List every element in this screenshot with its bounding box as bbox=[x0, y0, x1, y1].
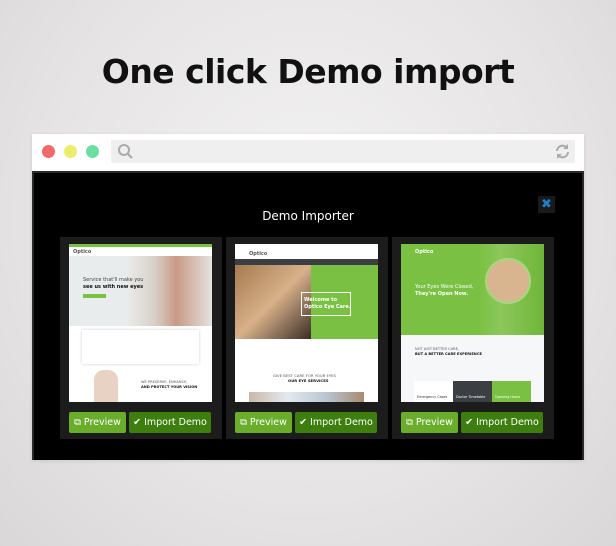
thumb-hero-line2: Optico Eye Care. bbox=[304, 304, 351, 310]
thumb-section-line1: NOT JUST BETTER CARE, bbox=[415, 347, 460, 351]
check-icon: ✔ bbox=[299, 417, 308, 428]
demo-thumbnail[interactable]: Optico Welcome to Optico Eye Care. GIVE … bbox=[235, 244, 378, 402]
thumb-logo: Optico bbox=[73, 249, 92, 255]
thumb-hero-line2: They're Open Now. bbox=[415, 291, 469, 297]
import-demo-button[interactable]: ✔ Import Demo bbox=[129, 412, 211, 433]
page-headline: One click Demo import bbox=[101, 52, 515, 91]
close-icon[interactable]: ✖ bbox=[538, 196, 555, 213]
thumb-hero-line1: Your Eyes Were Closed, bbox=[415, 284, 474, 290]
thumb-section-line1: WE PRESERVE, ENHANCE, bbox=[141, 380, 188, 384]
external-link-icon: ⧉ bbox=[74, 417, 81, 428]
external-link-icon: ⧉ bbox=[240, 417, 247, 428]
close-window-dot[interactable] bbox=[42, 145, 55, 158]
demo-card: Optico Service that'll make you see us w… bbox=[60, 237, 222, 439]
thumb-box-label: Emergency Cases bbox=[417, 395, 448, 399]
preview-button[interactable]: ⧉ Preview bbox=[401, 412, 458, 433]
import-label: Import Demo bbox=[310, 417, 373, 428]
preview-button[interactable]: ⧉ Preview bbox=[235, 412, 292, 433]
minimize-window-dot[interactable] bbox=[64, 145, 77, 158]
import-label: Import Demo bbox=[144, 417, 207, 428]
demo-thumbnail[interactable]: Optico Your Eyes Were Closed, They're Op… bbox=[401, 244, 544, 402]
maximize-window-dot[interactable] bbox=[86, 145, 99, 158]
import-label: Import Demo bbox=[476, 417, 539, 428]
thumb-hero-line2: see us with new eyes bbox=[83, 284, 144, 290]
preview-label: Preview bbox=[83, 417, 121, 428]
address-bar[interactable] bbox=[111, 140, 575, 163]
import-demo-button[interactable]: ✔ Import Demo bbox=[461, 412, 543, 433]
check-icon: ✔ bbox=[133, 417, 142, 428]
demo-importer-modal: Demo Importer ✖ Optico Service that'll m… bbox=[32, 171, 584, 460]
thumb-logo: Optico bbox=[249, 251, 268, 257]
external-link-icon: ⧉ bbox=[406, 417, 413, 428]
import-demo-button[interactable]: ✔ Import Demo bbox=[295, 412, 377, 433]
check-icon: ✔ bbox=[465, 417, 474, 428]
thumb-logo: Optico bbox=[415, 249, 434, 255]
thumb-section-line2: OUR EYE SERVICES bbox=[288, 378, 329, 383]
preview-label: Preview bbox=[249, 417, 287, 428]
demo-thumbnail[interactable]: Optico Service that'll make you see us w… bbox=[69, 244, 212, 402]
modal-title: Demo Importer bbox=[262, 209, 354, 223]
search-icon bbox=[118, 144, 133, 159]
thumb-hero-line1: Welcome to bbox=[304, 297, 338, 303]
demo-card: Optico Welcome to Optico Eye Care. GIVE … bbox=[226, 237, 388, 439]
thumb-hero-line1: Service that'll make you bbox=[83, 277, 144, 283]
browser-window: Demo Importer ✖ Optico Service that'll m… bbox=[32, 134, 584, 460]
demo-card: Optico Your Eyes Were Closed, They're Op… bbox=[392, 237, 554, 439]
preview-label: Preview bbox=[415, 417, 453, 428]
thumb-box-label: Opening Hours bbox=[495, 395, 521, 399]
browser-toolbar bbox=[32, 134, 584, 171]
thumb-section-line2: BUT A BETTER CARE EXPERIENCE bbox=[415, 352, 482, 356]
preview-button[interactable]: ⧉ Preview bbox=[69, 412, 126, 433]
thumb-section-line2: AND PROTECT YOUR VISION bbox=[141, 385, 198, 389]
refresh-icon[interactable] bbox=[554, 143, 571, 160]
thumb-box-label: Doctor Timetable bbox=[456, 395, 486, 399]
